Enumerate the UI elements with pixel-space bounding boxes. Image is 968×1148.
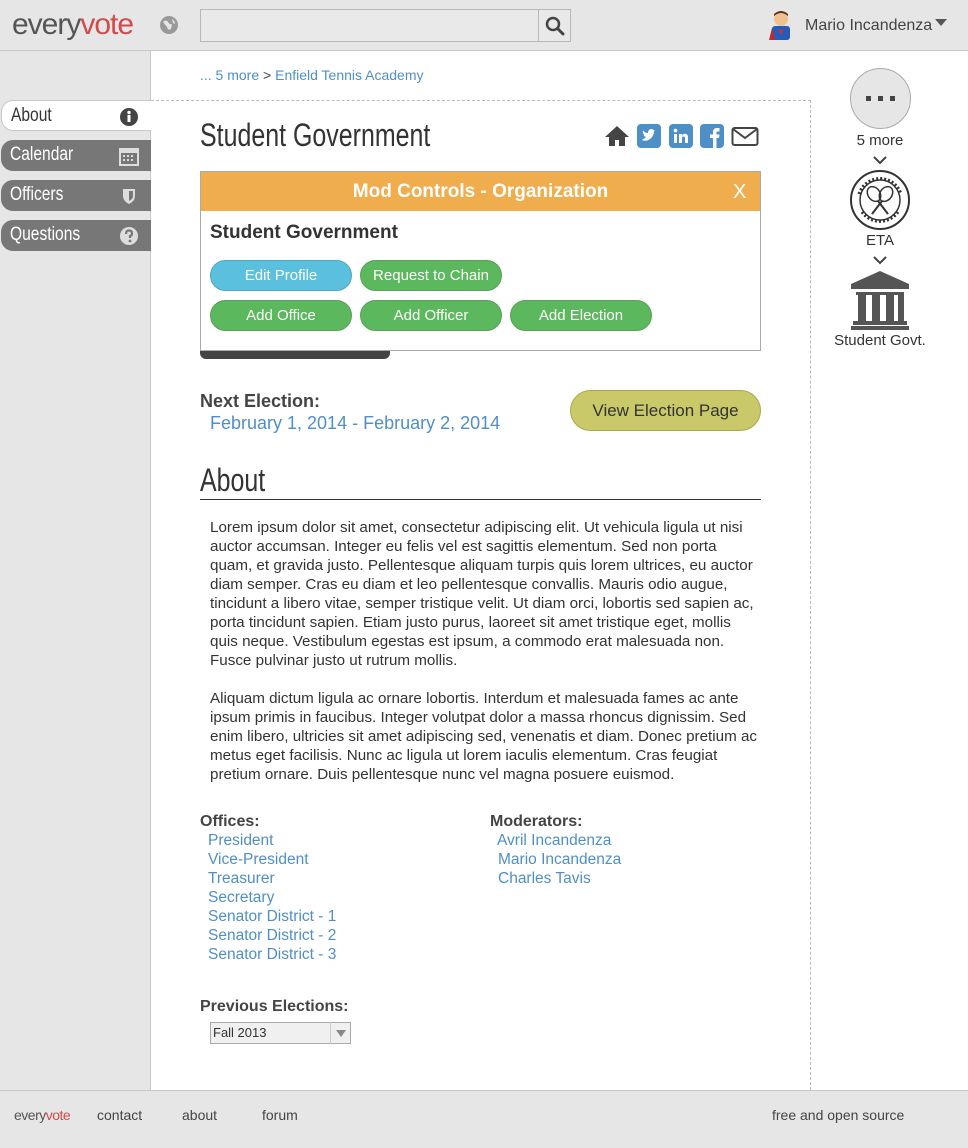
logo-every: every [12,8,81,41]
chevron-down-icon [873,252,887,265]
search-input[interactable] [200,9,539,42]
next-election-label: Next Election: [200,391,321,411]
modal-header: Mod Controls - Organization X [201,172,760,211]
eta-seal-logo[interactable] [850,170,910,230]
email-icon[interactable] [731,124,759,148]
sidebar-item-officers[interactable]: Officers [1,180,151,211]
home-icon[interactable] [604,124,630,148]
footer-open-source-link[interactable]: free and open source [772,1107,904,1123]
chain-more-label[interactable]: 5 more [820,132,940,149]
view-election-page-button[interactable]: View Election Page [570,390,761,431]
question-circle-icon [119,226,139,246]
about-paragraph: Lorem ipsum dolor sit amet, consectetur … [210,519,754,669]
footer-logo-vote: vote [45,1107,71,1123]
add-officer-button[interactable]: Add Officer [360,300,502,331]
search-button[interactable] [538,9,571,42]
breadcrumb-more-link[interactable]: ... 5 more [200,67,259,83]
sidebar-item-label: Questions [10,224,81,245]
chain-student-govt-label[interactable]: Student Govt. [820,332,940,349]
office-link[interactable]: Secretary [208,889,274,907]
sidebar-item-label: Calendar [10,144,74,165]
office-link[interactable]: Treasurer [208,870,275,888]
modal-org-name: Student Government [210,222,398,243]
ellipsis-icon [866,96,895,101]
user-name[interactable]: Mario Incandenza [805,17,932,35]
about-paragraph: Aliquam dictum ligula ac ornare lobortis… [210,690,758,783]
breadcrumb-current-link[interactable]: Enfield Tennis Academy [275,67,423,83]
sidebar-item-calendar[interactable]: Calendar [1,140,151,171]
globe-icon[interactable] [159,15,179,35]
offices-label: Offices: [200,813,260,830]
sidebar-item-label: Officers [10,184,64,205]
footer-logo[interactable]: everyvote [14,1107,71,1123]
footer-link-forum[interactable]: forum [262,1107,298,1123]
linkedin-icon[interactable] [669,124,695,148]
modal-close-button[interactable]: X [733,181,746,204]
chevron-down-icon [873,152,887,165]
sidebar-item-about[interactable]: About [1,100,151,131]
dropdown-arrow-icon[interactable] [330,1022,350,1044]
moderator-link[interactable]: Avril Incandenza [497,832,611,850]
chain-eta-label[interactable]: ETA [820,232,940,249]
modal-title: Mod Controls - Organization [352,181,609,202]
moderator-link[interactable]: Mario Incandenza [498,851,621,869]
shield-icon [119,186,139,206]
info-circle-icon [119,107,139,127]
previous-elections-label: Previous Elections: [200,998,349,1015]
sidebar-item-questions[interactable]: Questions [1,220,151,251]
avatar[interactable] [767,10,795,42]
footer-link-about[interactable]: about [182,1107,217,1123]
logo-vote: vote [80,8,134,41]
next-election-dates[interactable]: February 1, 2014 - February 2, 2014 [210,413,500,434]
app-logo[interactable]: everyvote [12,8,134,42]
sidebar-item-label: About [11,105,52,126]
add-office-button[interactable]: Add Office [210,300,352,331]
add-election-button[interactable]: Add Election [510,300,652,331]
office-link[interactable]: Vice-President [208,851,309,869]
footer-link-contact[interactable]: contact [97,1107,142,1123]
about-divider [200,499,761,500]
building-icon[interactable] [850,270,910,330]
user-menu-caret-icon[interactable] [935,19,947,26]
mod-controls-modal: Mod Controls - Organization X Student Go… [200,171,761,351]
moderators-label: Moderators: [490,813,583,830]
page-title: Student Government [200,117,431,153]
calendar-icon [119,146,139,166]
chain-more-button[interactable] [850,68,911,129]
office-link[interactable]: Senator District - 2 [208,927,336,945]
breadcrumb-separator: > [263,67,272,83]
office-link[interactable]: President [208,832,273,850]
search-icon [545,16,564,35]
breadcrumb: ... 5 more > Enfield Tennis Academy [200,67,424,83]
footer-logo-every: every [14,1107,46,1123]
facebook-icon[interactable] [700,124,726,148]
twitter-icon[interactable] [637,124,663,148]
request-to-chain-button[interactable]: Request to Chain [360,260,502,291]
edit-profile-button[interactable]: Edit Profile [210,260,352,291]
office-link[interactable]: Senator District - 3 [208,946,336,964]
moderator-link[interactable]: Charles Tavis [498,870,591,888]
office-link[interactable]: Senator District - 1 [208,908,336,926]
about-heading: About [200,462,266,498]
